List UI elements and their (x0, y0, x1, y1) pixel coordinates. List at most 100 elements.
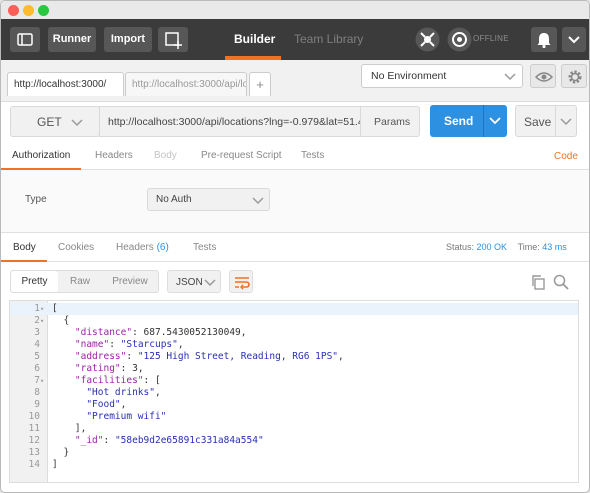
chevron-down-icon (504, 73, 516, 81)
builder-tab[interactable]: Builder (234, 32, 275, 46)
toggle-sidebar-button[interactable] (10, 27, 40, 52)
fold-toggle-icon[interactable]: ▾ (40, 375, 44, 387)
response-tab-cookies[interactable]: Cookies (58, 242, 94, 253)
tab-tests[interactable]: Tests (301, 150, 324, 161)
url-value: http://localhost:3000/api/locations?lng=… (108, 116, 361, 128)
offline-status: OFFLINE (473, 34, 509, 43)
response-status: Status: 200 OK Time: 43 ms (446, 242, 567, 252)
tab-headers[interactable]: Headers (95, 150, 133, 161)
new-button[interactable] (158, 27, 188, 52)
interceptor-icon[interactable] (415, 27, 440, 52)
code-text: ] (52, 459, 58, 470)
request-tab[interactable]: http://localhost:3000/api/lo (125, 72, 247, 96)
line-number: 11 (28, 423, 40, 434)
code-text: "Hot drinks", (86, 387, 161, 398)
line-number: 4 (34, 339, 40, 350)
sidebar-icon (17, 33, 33, 46)
search-icon[interactable] (553, 274, 569, 290)
fold-toggle-icon[interactable]: ▾ (40, 303, 44, 315)
gear-icon (568, 70, 582, 84)
response-tab-tests[interactable]: Tests (193, 242, 216, 253)
status-value: 200 OK (476, 242, 508, 252)
response-body-editor[interactable]: 1 ▾[2 ▾ {3 "distance": 687.5430052130049, 4… (9, 300, 579, 483)
environment-quick-look-button[interactable] (530, 64, 556, 88)
tab-pre-request-script[interactable]: Pre-request Script (201, 150, 282, 161)
tab-authorization[interactable]: Authorization (12, 150, 70, 161)
code-line: 14] (10, 459, 578, 471)
code-text: "address": "125 High Street, Reading, RG… (74, 351, 344, 362)
runner-button[interactable]: Runner (48, 27, 96, 52)
request-tab-active[interactable]: http://localhost:3000/ (7, 72, 124, 96)
eye-icon (534, 72, 554, 82)
code-text: "name": "Starcups", (74, 339, 184, 350)
send-label: Send (444, 114, 474, 128)
notifications-button[interactable] (531, 27, 557, 52)
line-number: 9 (34, 399, 40, 410)
plus-icon: + (256, 77, 264, 92)
chevron-down-icon (71, 119, 83, 127)
code-text: } (52, 447, 70, 458)
sync-status-icon[interactable] (447, 27, 472, 52)
chevron-down-icon (252, 197, 264, 205)
code-text: "Food", (86, 399, 127, 410)
settings-menu-button[interactable] (562, 27, 586, 52)
request-url-bar: GET http://localhost:3000/api/locations?… (1, 102, 589, 142)
wrap-lines-button[interactable] (229, 270, 253, 293)
chevron-down-icon[interactable] (560, 117, 572, 127)
chevron-down-icon[interactable] (489, 116, 501, 126)
response-headers-count: (6) (156, 242, 169, 253)
raw-button[interactable]: Raw (59, 270, 101, 293)
url-input[interactable]: http://localhost:3000/api/locations?lng=… (99, 106, 361, 137)
fold-toggle-icon[interactable]: ▾ (40, 315, 44, 327)
zoom-window-button[interactable] (38, 5, 49, 16)
method-value: GET (37, 115, 62, 129)
bell-icon (537, 33, 551, 49)
send-button[interactable]: Send (430, 105, 507, 137)
code-line: 10 "Premium wifi" (10, 411, 578, 423)
line-number: 13 (28, 447, 40, 458)
new-tab-button[interactable]: + (249, 72, 271, 96)
response-tabs-bar: Body Cookies Headers (6) Tests Status: 2… (1, 232, 589, 262)
method-selector[interactable]: GET (10, 106, 100, 137)
chevron-down-icon (204, 279, 216, 287)
preview-button[interactable]: Preview (103, 270, 157, 293)
code-line: 7 ▾ "facilities": [ (10, 375, 578, 387)
line-number: 2 (34, 315, 40, 326)
auth-type-selector[interactable]: No Auth (147, 188, 270, 211)
code-text: "_id": "58eb9d2e65891c331a84a554" (74, 435, 264, 446)
code-line: 13 } (10, 447, 578, 459)
code-line: 4 "name": "Starcups", (10, 339, 578, 351)
copy-icon[interactable] (530, 274, 546, 290)
environment-selector[interactable]: No Environment (361, 64, 523, 88)
line-number: 14 (28, 459, 40, 470)
params-button[interactable]: Params (360, 106, 420, 137)
code-text: { (52, 315, 70, 326)
minimize-window-button[interactable] (23, 5, 34, 16)
manage-environments-button[interactable] (561, 64, 587, 88)
title-bar (1, 1, 589, 19)
format-value: JSON (176, 277, 203, 288)
response-tab-body[interactable]: Body (13, 242, 36, 253)
tab-body[interactable]: Body (154, 150, 177, 161)
wrap-lines-icon (235, 277, 250, 290)
line-number: 5 (34, 351, 40, 362)
save-button[interactable]: Save (515, 105, 577, 137)
pretty-button[interactable]: Pretty (11, 271, 58, 292)
code-line: 11 ], (10, 423, 578, 435)
request-tabs-bar: http://localhost:3000/ http://localhost:… (1, 60, 589, 102)
request-tab-label: http://localhost:3000/api/lo (132, 79, 247, 90)
auth-type-value: No Auth (156, 194, 192, 205)
format-selector[interactable]: JSON (167, 270, 221, 293)
response-tab-headers[interactable]: Headers (6) (116, 242, 169, 253)
authorization-panel: Type No Auth (1, 170, 589, 232)
import-button[interactable]: Import (104, 27, 152, 52)
params-label: Params (374, 116, 411, 128)
code-link[interactable]: Code (554, 151, 578, 162)
response-view-bar: Pretty Raw Preview JSON (1, 262, 589, 300)
line-number: 8 (34, 387, 40, 398)
code-line: 6 "rating": 3, (10, 363, 578, 375)
postman-window: Runner Import Builder Team Library OFFLI… (0, 0, 590, 493)
team-library-tab[interactable]: Team Library (294, 32, 363, 46)
close-window-button[interactable] (8, 5, 19, 16)
line-number: 6 (34, 363, 40, 374)
